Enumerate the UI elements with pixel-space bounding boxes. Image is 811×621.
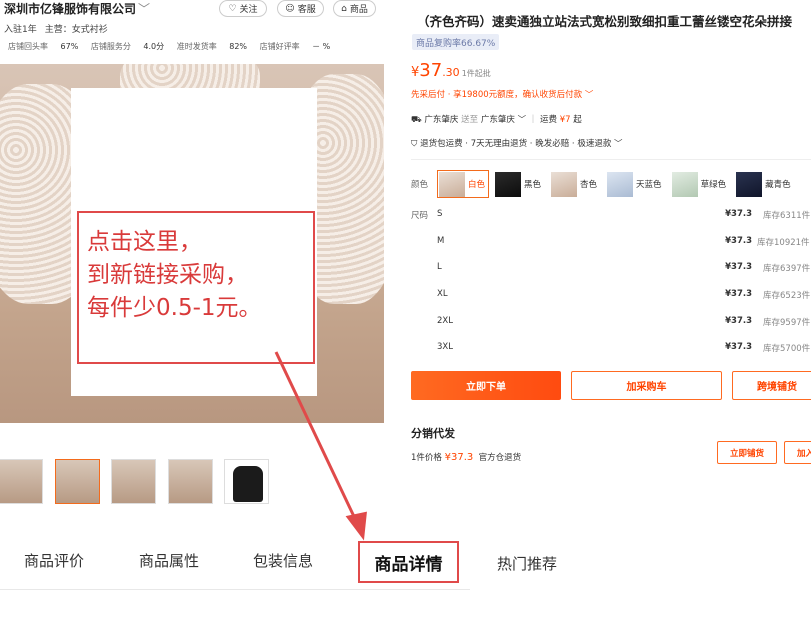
product-title: （齐色齐码）速卖通独立站法式宽松别致细扣重工蕾丝镂空花朵拼接 — [417, 14, 793, 29]
tab-hot-recommend[interactable]: 热门推荐 — [497, 553, 557, 574]
size-row[interactable]: L ¥37.3 库存6397件 — [411, 262, 811, 282]
heart-icon: ♡ — [228, 3, 237, 14]
promo-annotation[interactable]: 点击这里， 到新链接采购， 每件少0.5-1元。 — [77, 211, 315, 364]
chevron-down-icon[interactable]: ﹀ — [518, 115, 527, 125]
tab-packaging[interactable]: 包装信息 — [253, 550, 313, 571]
truck-icon: ⛟ — [411, 115, 422, 125]
tab-reviews[interactable]: 商品评价 — [24, 550, 84, 571]
price: ¥37.30 1件起批 — [411, 60, 491, 81]
shop-meta: 入驻1年 主营：女式衬衫 — [4, 25, 108, 35]
color-option[interactable]: 杏色 — [549, 170, 601, 198]
tab-details[interactable]: 商品详情 — [358, 541, 459, 583]
add-listing-button[interactable]: 加入铺货 — [784, 441, 811, 464]
repurchase-badge: 商品复购率66.67% — [412, 34, 500, 50]
color-label: 颜色 — [411, 180, 429, 190]
distribution-title: 分销代发 — [411, 427, 455, 440]
store-button[interactable]: ⌂ 商品 — [333, 0, 376, 17]
color-option[interactable]: 草绿色 — [670, 170, 731, 198]
chevron-down-icon: ﹀ — [584, 90, 594, 100]
chevron-down-icon[interactable]: ﹀ — [138, 2, 150, 16]
thumbnail-image[interactable] — [168, 459, 213, 504]
add-to-cart-button[interactable]: 加采购车 — [571, 371, 722, 400]
color-option[interactable]: 白色 — [437, 170, 490, 198]
distribution-info: 1件价格 ¥37.3 官方仓退货 — [411, 452, 522, 463]
customer-service-button[interactable]: ☺ 客服 — [277, 0, 324, 17]
shield-icon: ⛉ — [411, 139, 418, 149]
chevron-down-icon: ﹀ — [614, 139, 623, 149]
buy-now-button[interactable]: 立即下单 — [411, 371, 561, 400]
color-selector: 颜色 白色 黑色 杏色 天蓝色 草绿色 藏青色 — [411, 170, 799, 198]
color-option[interactable]: 藏青色 — [734, 170, 795, 198]
credit-offer[interactable]: 先采后付 · 享19800元额度，确认收货后付款 ﹀ — [411, 88, 593, 100]
size-row[interactable]: 3XL ¥37.3 库存5700件 — [411, 342, 811, 362]
shop-name[interactable]: 深圳市亿锋服饰有限公司 ﹀ — [4, 0, 150, 17]
size-row[interactable]: 2XL ¥37.3 库存9597件 — [411, 316, 811, 336]
follow-button[interactable]: ♡ 关注 — [219, 0, 267, 17]
divider — [411, 159, 811, 160]
thumbnail-image[interactable] — [0, 459, 43, 504]
size-row[interactable]: S ¥37.3 库存6311件 — [411, 209, 811, 229]
cross-border-button[interactable]: 跨境铺货 — [732, 371, 811, 400]
service-guarantees[interactable]: ⛉ 退货包运费 · 7天无理由退货 · 晚发必赔 · 极速退款 ﹀ — [411, 137, 623, 149]
thumbnail-image[interactable] — [224, 459, 269, 504]
tab-attributes[interactable]: 商品属性 — [139, 550, 199, 571]
shop-stats: 店铺回头率 67% 店铺服务分 4.0分 准时发货率 82% 店铺好评率 － % — [8, 42, 331, 51]
thumbnail-image[interactable] — [55, 459, 100, 504]
thumbnail-image[interactable] — [111, 459, 156, 504]
size-row[interactable]: M ¥37.3 库存10921件 — [411, 236, 811, 256]
color-option[interactable]: 黑色 — [493, 170, 545, 198]
list-now-button[interactable]: 立即铺货 — [717, 441, 777, 464]
size-row[interactable]: XL ¥37.3 库存6523件 — [411, 289, 811, 309]
shipping-info: ⛟ 广东肇庆 送至 广东肇庆 ﹀ ｜ 运费 ¥7 起 — [411, 115, 582, 125]
color-option[interactable]: 天蓝色 — [605, 170, 666, 198]
store-icon: ⌂ — [341, 3, 347, 14]
chat-icon: ☺ — [285, 3, 295, 14]
